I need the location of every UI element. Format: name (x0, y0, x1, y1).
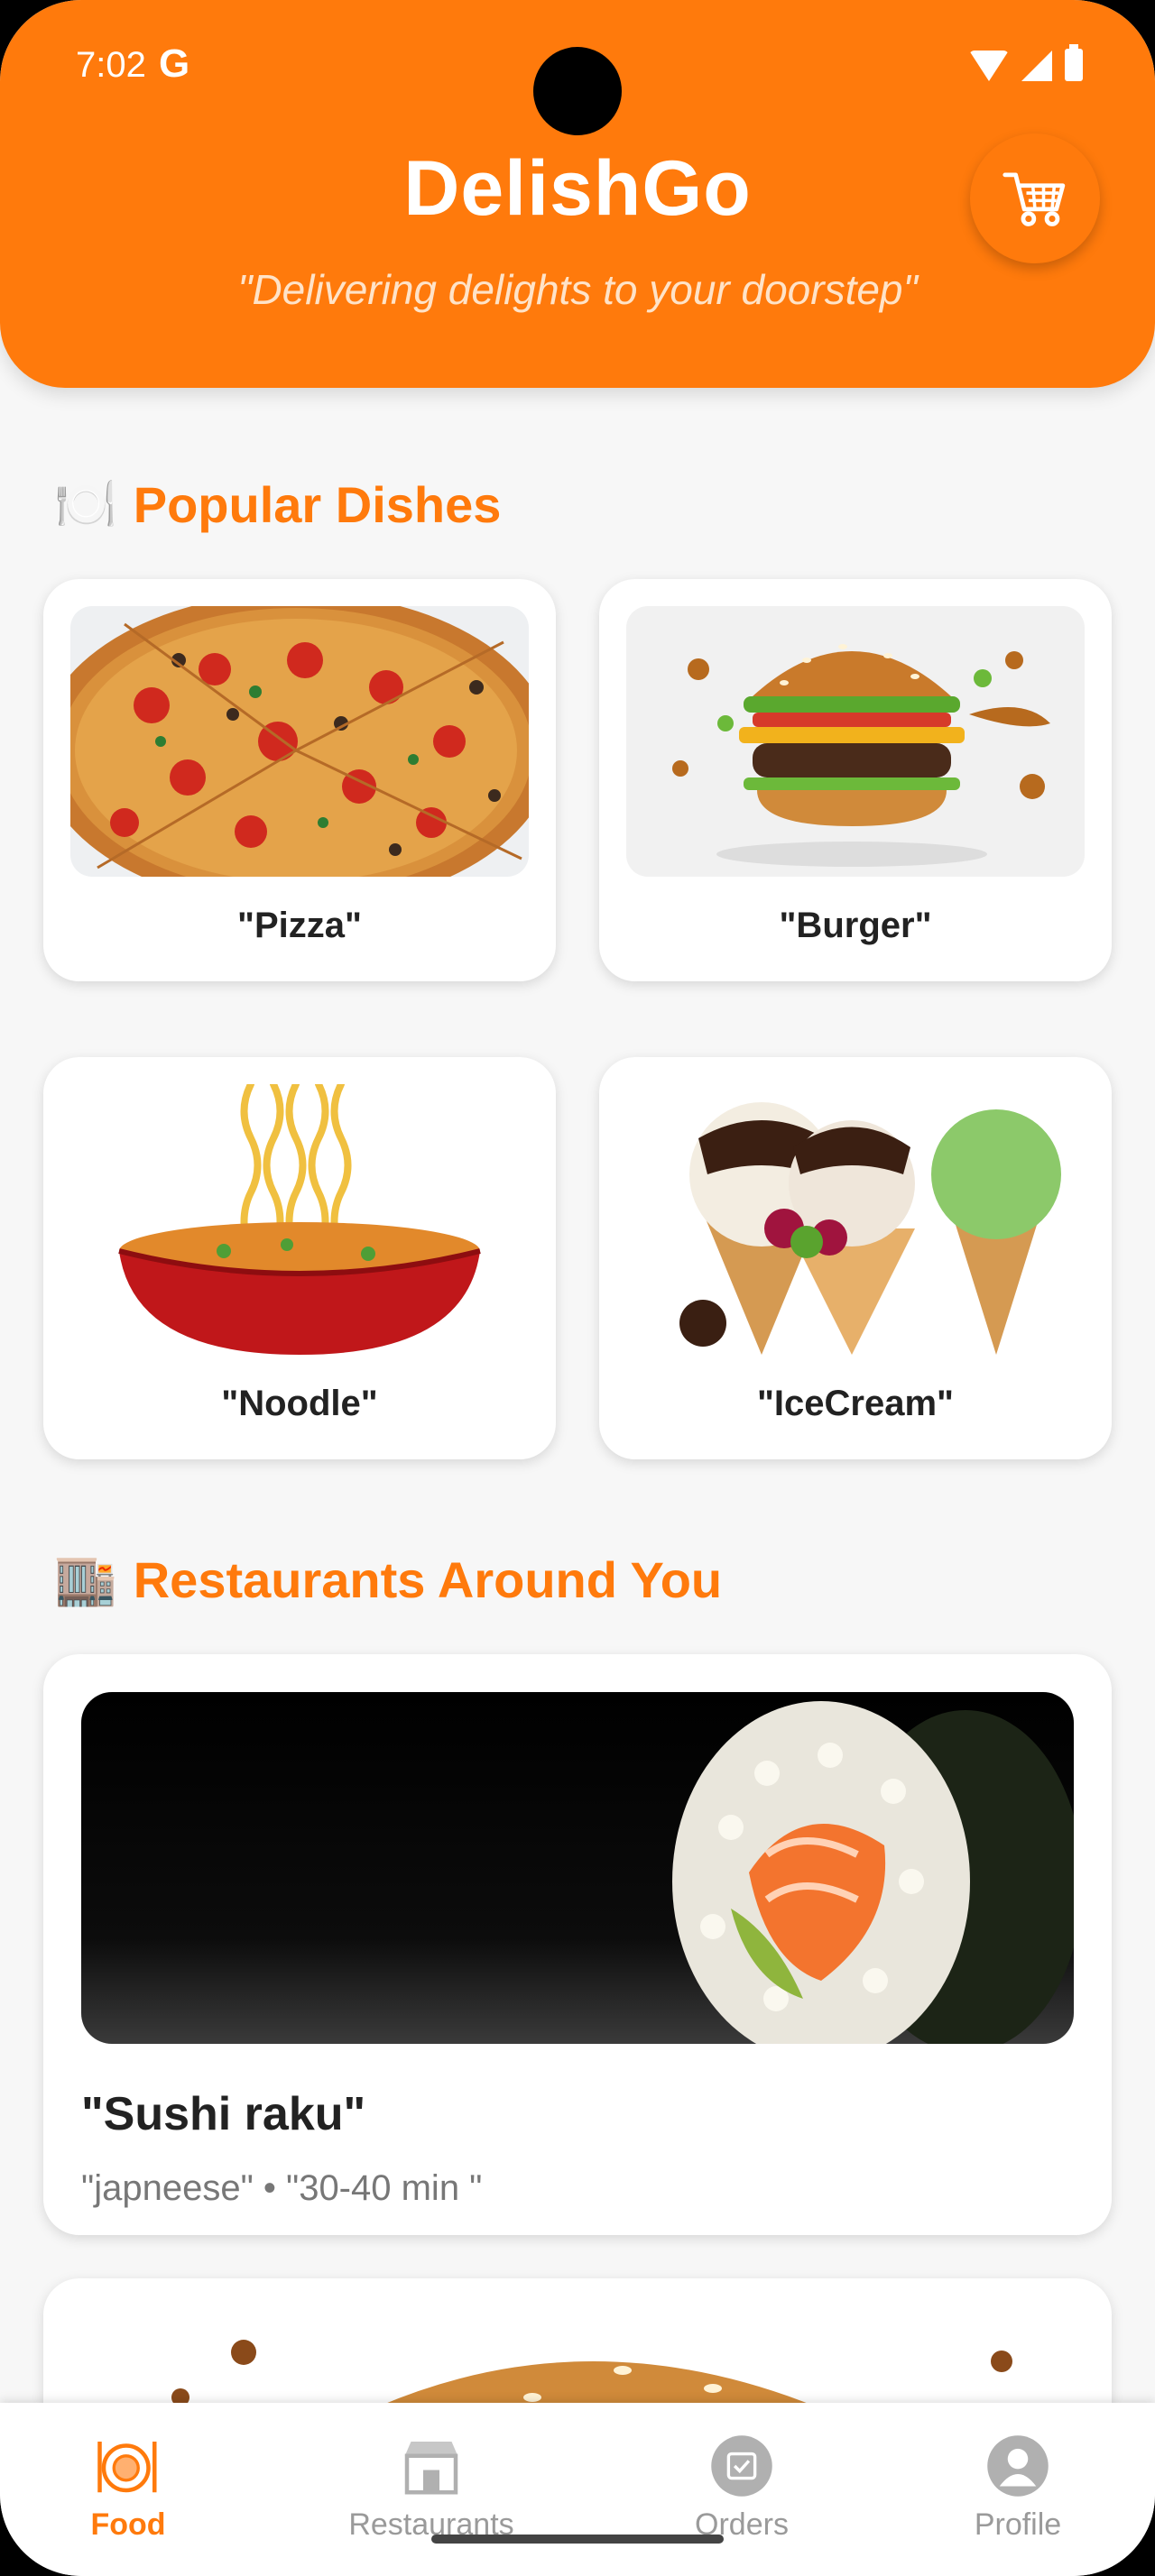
pizza-image (70, 606, 529, 877)
nav-item-restaurants[interactable]: Restaurants (323, 2433, 540, 2543)
icecream-image (626, 1084, 1085, 1355)
dish-name: "Noodle" (221, 1384, 378, 1423)
dish-card-pizza[interactable]: "Pizza" (43, 579, 556, 981)
sushi-image (81, 1692, 1074, 2044)
shopping-cart-icon (1003, 172, 1066, 226)
department-store-icon: 🏬 (54, 1550, 117, 1607)
storefront-icon (399, 2433, 464, 2498)
status-icons (969, 44, 1083, 81)
dish-card-burger[interactable]: "Burger" (599, 579, 1112, 981)
app-tagline: "Delivering delights to your doorstep" (237, 266, 918, 313)
section-title: Popular Dishes (133, 475, 502, 533)
battery-icon (1065, 44, 1083, 81)
nav-item-profile[interactable]: Profile (910, 2433, 1126, 2543)
home-indicator[interactable] (431, 2535, 724, 2544)
burger-image (626, 606, 1085, 877)
food-plate-icon (96, 2433, 161, 2498)
bottom-nav: Food Restaurants Orders Profile (0, 2403, 1155, 2576)
nav-label: Food (90, 2507, 166, 2542)
restaurant-name: "Sushi raku" (81, 2088, 366, 2140)
google-icon: G (159, 41, 190, 86)
wifi-icon (969, 51, 1009, 81)
dish-card-noodle[interactable]: "Noodle" (43, 1057, 556, 1459)
status-time: 7:02 (76, 45, 146, 85)
app-screen: 7:02 G DelishGo "Delivering delights to … (0, 0, 1155, 2576)
popular-dishes-heading: 🍽️ Popular Dishes (54, 474, 501, 534)
restaurant-meta: "japneese" • "30-40 min " (81, 2168, 483, 2208)
nav-label: Profile (974, 2507, 1062, 2542)
camera-cutout (533, 47, 622, 135)
orders-icon (709, 2433, 774, 2498)
signal-icon (1021, 51, 1052, 81)
profile-icon (985, 2433, 1050, 2498)
dish-name: "Pizza" (237, 906, 362, 945)
restaurant-card-sushi-raku[interactable]: "Sushi raku" "japneese" • "30-40 min " (43, 1654, 1112, 2235)
plate-icon: 🍽️ (54, 475, 117, 532)
dish-card-icecream[interactable]: "IceCream" (599, 1057, 1112, 1459)
nav-item-food[interactable]: Food (20, 2433, 236, 2543)
nav-item-orders[interactable]: Orders (633, 2433, 850, 2543)
noodle-image (70, 1084, 529, 1355)
cart-button[interactable] (970, 133, 1100, 263)
app-header: 7:02 G DelishGo "Delivering delights to … (0, 0, 1155, 388)
restaurants-heading: 🏬 Restaurants Around You (54, 1550, 722, 1609)
dish-name: "Burger" (779, 906, 932, 945)
section-title: Restaurants Around You (133, 1550, 723, 1608)
dish-name: "IceCream" (756, 1384, 955, 1423)
